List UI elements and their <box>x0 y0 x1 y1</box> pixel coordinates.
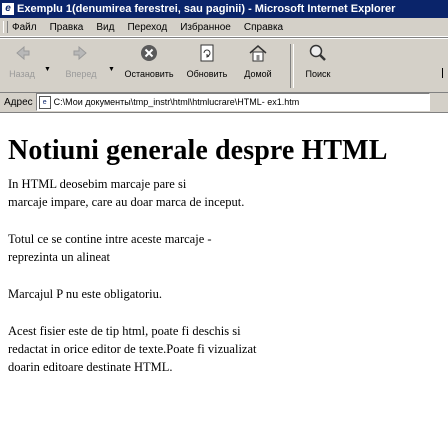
menu-help[interactable]: Справка <box>244 22 283 33</box>
toolbar-separator <box>290 44 294 88</box>
paragraph-2: Totul ce se contine intre aceste marcaje… <box>8 230 438 266</box>
refresh-label: Обновить <box>186 69 228 79</box>
address-url: C:\Мои документы\tmp_instr\html\htmlucra… <box>53 97 300 107</box>
home-button[interactable]: Домой <box>234 42 282 88</box>
menu-view[interactable]: Вид <box>96 22 114 33</box>
home-icon <box>247 42 269 64</box>
stop-button[interactable]: Остановить <box>118 42 180 88</box>
search-icon <box>307 42 329 64</box>
page-content: Notiuni generale despre HTML In HTML deo… <box>0 113 448 431</box>
window-title: Exemplu 1(denumirea ferestrei, sau pagin… <box>17 3 396 15</box>
menu-file[interactable]: Файл <box>12 22 37 33</box>
address-bar: Адрес e C:\Мои документы\tmp_instr\html\… <box>0 92 448 113</box>
forward-arrow-icon <box>70 42 92 64</box>
paragraph-1-line-1: In HTML deosebim marcaje pare si <box>8 177 187 191</box>
search-label: Поиск <box>305 69 331 79</box>
home-label: Домой <box>244 69 272 79</box>
stop-icon <box>138 42 160 64</box>
paragraph-1-line-2: marcaje impare, care au doar marca de in… <box>8 195 245 209</box>
menu-edit[interactable]: Правка <box>50 22 84 33</box>
paragraph-3: Marcajul P nu este obligatoriu. <box>8 287 163 301</box>
back-button[interactable]: Назад <box>2 42 42 88</box>
forward-dropdown-icon[interactable]: ▼ <box>108 66 115 73</box>
standard-toolbar: Назад ▼ Вперед ▼ Остановить Обновить Дом… <box>0 37 448 93</box>
paragraph-4-line-3: doarin editoare destinate HTML. <box>8 360 173 374</box>
paragraph-2-line-2: reprezinta un alineat <box>8 250 111 264</box>
paragraph-1: In HTML deosebim marcaje pare si marcaje… <box>8 175 438 211</box>
internet-explorer-icon: e <box>2 3 14 15</box>
forward-button[interactable]: Вперед <box>56 42 106 88</box>
menu-grip[interactable] <box>3 21 8 33</box>
back-dropdown-icon[interactable]: ▼ <box>44 66 51 73</box>
back-arrow-icon <box>11 42 33 64</box>
html-document-icon: e <box>38 95 51 109</box>
refresh-icon <box>196 42 218 64</box>
stop-label: Остановить <box>124 69 174 79</box>
address-input[interactable]: e C:\Мои документы\tmp_instr\html\htmluc… <box>35 93 430 111</box>
address-label: Адрес <box>4 96 33 108</box>
paragraph-4-line-1: Acest fisier este de tip html, poate fi … <box>8 324 241 338</box>
menu-bar: Файл Правка Вид Переход Избранное Справк… <box>0 18 448 37</box>
menu-go[interactable]: Переход <box>127 22 167 33</box>
toolbar-overflow-marker <box>442 68 443 78</box>
page-heading: Notiuni generale despre HTML <box>8 135 388 166</box>
refresh-button[interactable]: Обновить <box>182 42 232 88</box>
menu-favorites[interactable]: Избранное <box>180 22 231 33</box>
title-bar[interactable]: e Exemplu 1(denumirea ferestrei, sau pag… <box>0 0 448 18</box>
forward-label: Вперед <box>65 69 97 79</box>
paragraph-4-line-2: redactat in orice editor de texte.Poate … <box>8 342 257 356</box>
back-label: Назад <box>9 69 35 79</box>
paragraph-4: Acest fisier este de tip html, poate fi … <box>8 322 438 376</box>
paragraph-2-line-1: Totul ce se contine intre aceste marcaje… <box>8 232 212 246</box>
search-button[interactable]: Поиск <box>296 42 340 88</box>
